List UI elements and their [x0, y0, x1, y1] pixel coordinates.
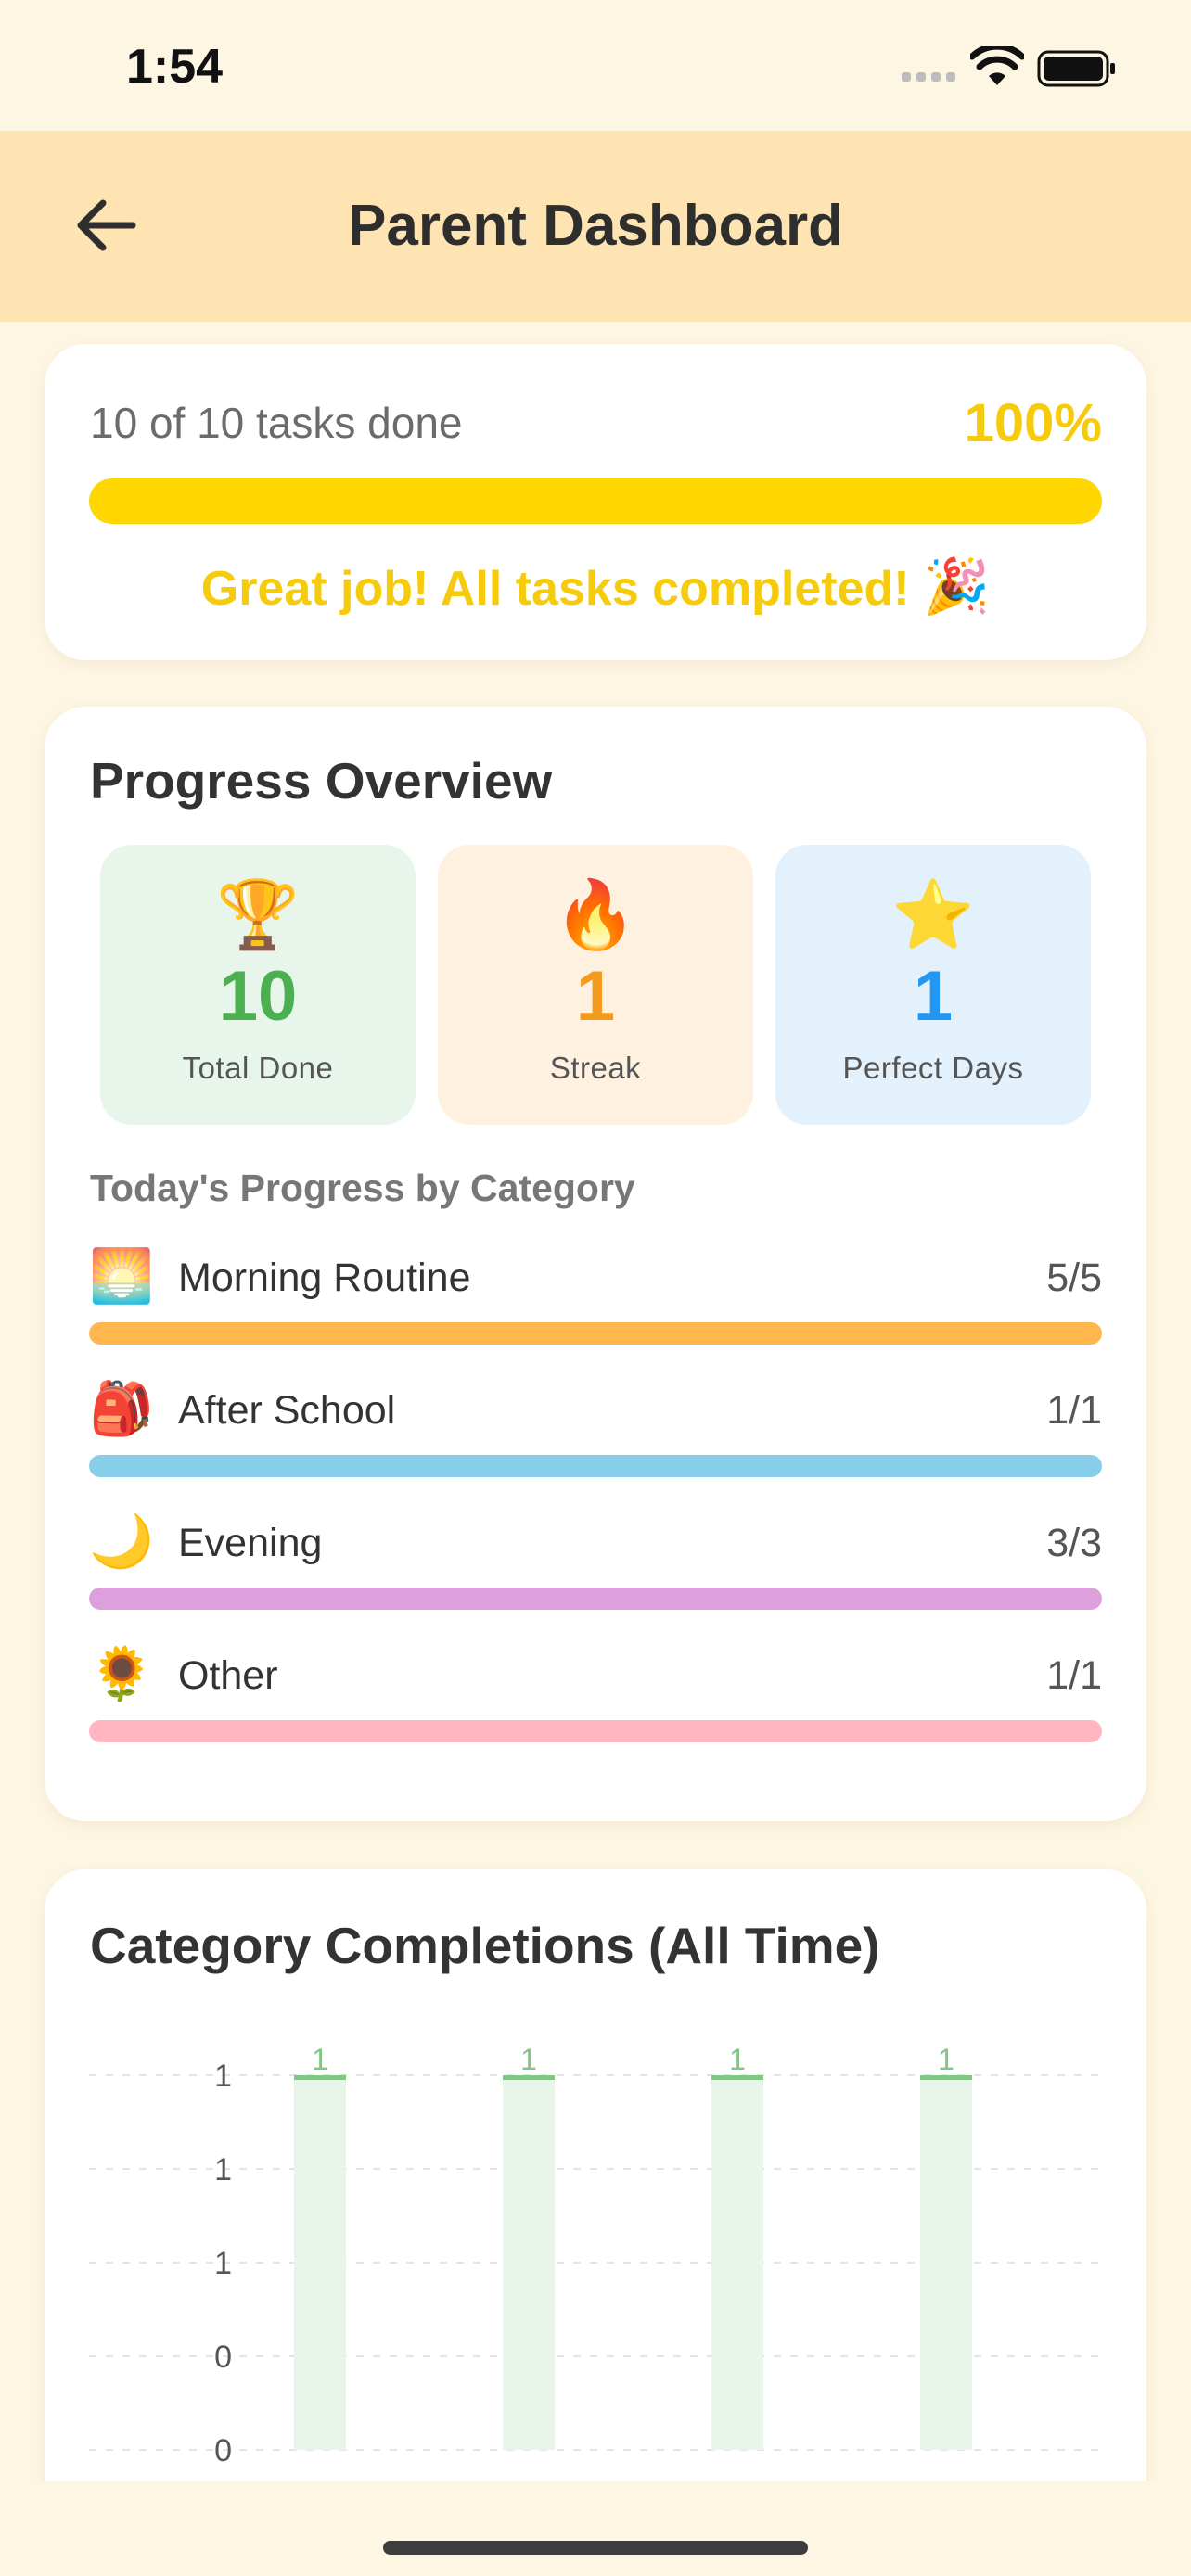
battery-full-icon: [1037, 50, 1115, 87]
category-count: 3/3: [1046, 1521, 1102, 1565]
tasks-done-text: 10 of 10 tasks done: [90, 399, 463, 447]
party-popper-icon: 🎉: [923, 556, 991, 617]
category-progress-fill: [89, 1588, 1102, 1610]
arrow-left-icon: [77, 199, 136, 251]
category-row-morning-routine: 🌅 Morning Routine 5/5: [89, 1246, 1102, 1358]
y-tick-label: 1: [214, 2059, 232, 2094]
home-indicator[interactable]: [383, 2541, 808, 2555]
category-count: 1/1: [1046, 1388, 1102, 1433]
back-button[interactable]: [69, 188, 143, 262]
category-row-other: 🌻 Other 1/1: [89, 1644, 1102, 1755]
category-progress-fill: [89, 1322, 1102, 1345]
congrats-message: Great job! All tasks completed! 🎉: [45, 555, 1146, 618]
bar-data-label: 1: [729, 2043, 746, 2076]
stat-value: 10: [218, 957, 298, 1036]
backpack-icon: 🎒: [89, 1379, 154, 1437]
category-completions-card: Category Completions (All Time) 11100111…: [45, 1869, 1146, 2574]
chart-bar: [294, 2075, 346, 2450]
status-bar: 1:54: [0, 0, 1191, 131]
category-count: 5/5: [1046, 1256, 1102, 1300]
cellular-signal-icon: [902, 72, 957, 82]
y-tick-label: 1: [214, 2246, 232, 2281]
sunrise-icon: 🌅: [89, 1246, 154, 1305]
category-progress-bar: [89, 1322, 1102, 1345]
wifi-icon: [970, 46, 1024, 85]
category-name: After School: [178, 1388, 396, 1433]
fire-icon: 🔥: [554, 878, 637, 952]
completion-percent: 100%: [964, 393, 1102, 453]
trophy-icon: 🏆: [216, 878, 300, 952]
y-tick-label: 1: [214, 2152, 232, 2187]
stat-total-done: 🏆 10 Total Done: [100, 845, 416, 1125]
stat-label: Total Done: [182, 1051, 334, 1085]
category-completions-chart: 1 1 1 0 0 1 1 1 1: [89, 2043, 1102, 2468]
bar-data-label: 1: [520, 2043, 537, 2076]
category-progress-fill: [89, 1720, 1102, 1742]
stat-label: Streak: [549, 1051, 642, 1085]
category-count: 1/1: [1046, 1653, 1102, 1698]
stat-perfect-days: ⭐ 1 Perfect Days: [775, 845, 1091, 1125]
home-indicator-area: [0, 2481, 1191, 2576]
app-header: Parent Dashboard: [0, 131, 1191, 322]
star-icon: ⭐: [891, 878, 975, 952]
category-progress-title: Today's Progress by Category: [90, 1167, 635, 1209]
category-name: Evening: [178, 1521, 323, 1565]
status-time: 1:54: [126, 40, 224, 94]
category-name: Morning Routine: [178, 1256, 471, 1300]
stat-label: Perfect Days: [842, 1051, 1024, 1085]
chart-bar: [920, 2075, 972, 2450]
stat-value: 1: [913, 957, 954, 1036]
category-progress-bar: [89, 1588, 1102, 1610]
stat-streak: 🔥 1 Streak: [438, 845, 753, 1125]
category-name: Other: [178, 1653, 278, 1698]
chart-bar: [503, 2075, 555, 2450]
section-title: Progress Overview: [90, 752, 553, 810]
progress-overview-card: Progress Overview 🏆 10 Total Done 🔥 1 St…: [45, 707, 1146, 1821]
y-tick-label: 0: [214, 2340, 232, 2375]
congrats-text: Great job! All tasks completed!: [200, 562, 910, 616]
bar-data-label: 1: [312, 2043, 328, 2076]
stat-value: 1: [575, 957, 616, 1036]
page-title: Parent Dashboard: [347, 194, 844, 258]
sunflower-icon: 🌻: [89, 1644, 154, 1702]
daily-summary-card: 10 of 10 tasks done 100% Great job! All …: [45, 344, 1146, 660]
crescent-moon-icon: 🌙: [89, 1511, 154, 1570]
category-progress-bar: [89, 1720, 1102, 1742]
category-progress-fill: [89, 1455, 1102, 1477]
category-row-evening: 🌙 Evening 3/3: [89, 1511, 1102, 1623]
category-row-after-school: 🎒 After School 1/1: [89, 1379, 1102, 1490]
category-progress-bar: [89, 1455, 1102, 1477]
overall-progress-fill: [89, 478, 1102, 524]
y-tick-label: 0: [214, 2433, 232, 2468]
bar-data-label: 1: [938, 2043, 954, 2076]
chart-bar: [711, 2075, 763, 2450]
overall-progress-bar: [89, 478, 1102, 524]
